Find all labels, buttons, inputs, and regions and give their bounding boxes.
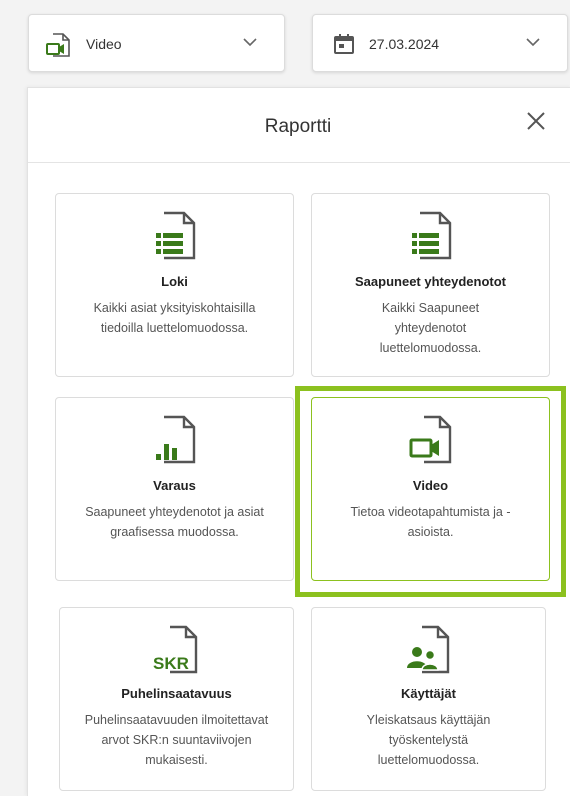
card-description: Kaikki Saapuneet yhteydenotot luettelomu… xyxy=(379,301,482,355)
card-title: Käyttäjät xyxy=(401,686,456,701)
date-value: 27.03.2024 xyxy=(369,36,440,52)
card-description: Puhelinsaatavuuden ilmoitettavat arvot S… xyxy=(84,713,269,767)
card-description: Yleiskatsaus käyttäjän työskentelystä lu… xyxy=(366,713,491,767)
report-card-kayttajat[interactable]: Käyttäjät Yleiskatsaus käyttäjän työsken… xyxy=(311,607,546,791)
video-file-icon xyxy=(46,33,70,57)
report-card-saapuneet-yhteydenotot[interactable]: Saapuneet yhteydenotot Kaikki Saapuneet … xyxy=(311,193,550,377)
card-title: Saapuneet yhteydenotot xyxy=(355,274,506,289)
card-description: Saapuneet yhteydenotot ja asiat graafise… xyxy=(85,505,264,539)
panel-title: Raportti xyxy=(264,116,332,137)
report-type-value: Video xyxy=(86,36,122,52)
report-card-loki[interactable]: Loki Kaikki asiat yksityiskohtaisilla ti… xyxy=(55,193,294,377)
panel-header: Raportti xyxy=(28,88,570,163)
svg-text:SKR: SKR xyxy=(153,654,189,673)
calendar-icon xyxy=(334,34,354,54)
skr-document-icon: SKR xyxy=(153,625,197,674)
report-card-puhelinsaatavuus[interactable]: SKR Puhelinsaatavuus Puhelinsaatavuuden … xyxy=(59,607,294,791)
list-document-icon xyxy=(155,211,195,260)
date-select[interactable]: 27.03.2024 xyxy=(312,14,568,72)
chevron-down-icon xyxy=(243,38,257,47)
users-document-icon xyxy=(406,625,449,674)
card-description: Tietoa videotapahtumista ja -asioista. xyxy=(350,505,511,539)
card-title: Puhelinsaatavuus xyxy=(121,686,232,701)
card-description: Kaikki asiat yksityiskohtaisilla tiedoil… xyxy=(93,301,256,335)
card-title: Varaus xyxy=(153,478,196,493)
report-card-video[interactable]: Video Tietoa videotapahtumista ja -asioi… xyxy=(311,397,550,581)
close-icon[interactable] xyxy=(525,110,547,132)
video-document-icon xyxy=(409,415,451,464)
report-card-varaus[interactable]: Varaus Saapuneet yhteydenotot ja asiat g… xyxy=(55,397,294,581)
bar-chart-document-icon xyxy=(155,415,195,464)
list-document-icon xyxy=(411,211,451,260)
card-title: Loki xyxy=(161,274,188,289)
report-type-select[interactable]: Video xyxy=(28,14,285,72)
card-title: Video xyxy=(412,478,449,493)
chevron-down-icon xyxy=(526,38,540,47)
